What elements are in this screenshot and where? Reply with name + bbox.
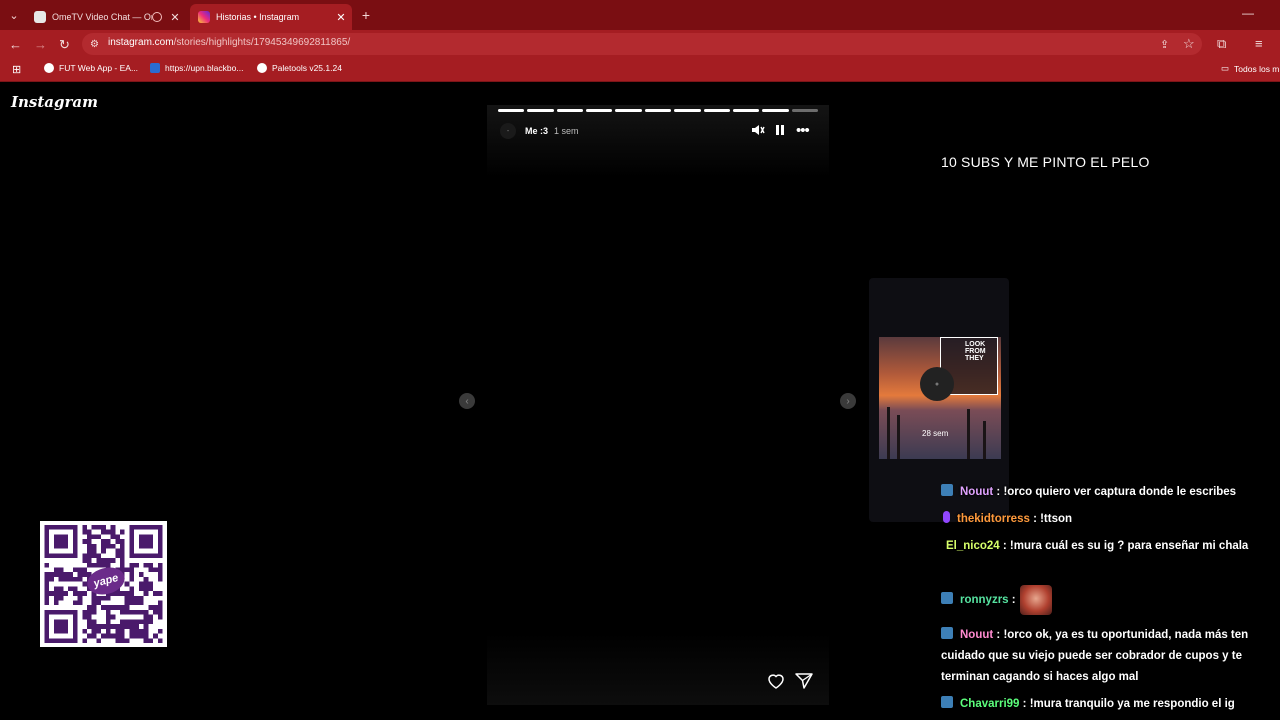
folder-icon: ▭	[1221, 63, 1230, 73]
chat-username: thekidtorress	[957, 513, 1030, 525]
progress-segment	[644, 109, 672, 112]
story-viewer[interactable]	[487, 105, 829, 705]
tab-search-chevron-icon[interactable]: ⌄	[5, 6, 23, 24]
prime-badge-icon	[941, 696, 953, 708]
progress-segment	[615, 109, 642, 112]
progress-segment	[703, 109, 730, 112]
chat-username: Nouut	[960, 629, 994, 641]
story-timestamp: 1 sem	[554, 126, 579, 136]
progress-segment	[674, 109, 701, 112]
chat-message: Nouut : !orco quiero ver captura donde l…	[941, 482, 1277, 503]
tab-title: Historias • Instagram	[216, 12, 300, 22]
palm-tree	[887, 407, 890, 459]
microphone-badge-icon	[943, 511, 950, 523]
chat-message: thekidtorress : !ttson	[941, 509, 1277, 530]
progress-segment	[762, 109, 789, 112]
progress-segment	[791, 109, 818, 112]
chat-text: : !ttson	[1033, 513, 1073, 525]
forward-arrow-icon[interactable]: →	[34, 37, 47, 53]
chat-message: Nouut : !orco ok, ya es tu oportunidad, …	[941, 625, 1277, 688]
palm-tree	[983, 421, 986, 459]
bookmark-label: Todos los m	[1234, 63, 1280, 74]
tab-title: OmeTV Video Chat — Ome	[52, 12, 152, 22]
tab-ometv[interactable]: OmeTV Video Chat — Ome ✕	[26, 4, 186, 30]
recording-icon	[152, 12, 162, 22]
minimize-button[interactable]: —	[1242, 6, 1254, 20]
chat-message: Chavarri99 : !mura tranquilo ya me respo…	[941, 694, 1277, 715]
story-avatar[interactable]: -	[500, 123, 516, 139]
ometv-favicon-icon	[34, 11, 46, 23]
prime-badge-icon	[941, 592, 953, 605]
stream-chat: Nouut : !orco quiero ver captura donde l…	[935, 482, 1280, 720]
progress-segment	[586, 109, 613, 112]
progress-segment	[556, 109, 584, 112]
chat-username: El_nico24	[946, 540, 1000, 552]
progress-segment	[527, 109, 554, 112]
paletools-icon	[257, 63, 267, 73]
tab-instagram[interactable]: Historias • Instagram ✕	[190, 4, 352, 30]
chat-username: ronnyzrs	[960, 594, 1009, 607]
palm-tree	[897, 415, 900, 459]
url-path: /stories/highlights/17945349692811865/	[173, 37, 351, 48]
bookmarks-folder[interactable]: ▭ Todos los m	[1221, 63, 1279, 74]
story-progress-bar	[498, 109, 818, 112]
bookmark-blackboard[interactable]: https://upn.blackbo...	[150, 63, 243, 73]
apps-grid-icon[interactable]: ⊞	[12, 63, 21, 76]
new-tab-button[interactable]: +	[357, 6, 375, 24]
next-story-time: 28 sem	[922, 429, 949, 438]
stream-overlay-title: 10 SUBS Y ME PINTO EL PELO	[941, 154, 1150, 170]
chat-text: :	[1011, 594, 1016, 607]
reading-list-icon[interactable]: ≡	[1255, 36, 1263, 52]
chat-message: El_nico24 : !mura cuál es su ig ? para e…	[941, 536, 1277, 557]
mute-icon[interactable]	[751, 124, 765, 139]
blackboard-icon	[150, 63, 160, 73]
tab-close-icon[interactable]: ✕	[168, 11, 182, 24]
url-text[interactable]: instagram.com/stories/highlights/1794534…	[108, 37, 350, 48]
like-heart-icon[interactable]	[767, 673, 785, 694]
prime-badge-icon	[941, 484, 953, 496]
bookmark-label: https://upn.blackbo...	[165, 63, 244, 73]
instagram-logo[interactable]: Instagram	[11, 93, 98, 111]
bookmark-label: Paletools v25.1.24	[272, 63, 342, 73]
bookmark-fut-web-app[interactable]: FUT Web App - EA...	[44, 63, 138, 73]
chat-text: : !mura cuál es su ig ? para enseñar mi …	[1002, 540, 1249, 552]
install-app-icon[interactable]: ⇪	[1160, 37, 1169, 53]
url-host: instagram.com	[108, 37, 174, 48]
back-arrow-icon[interactable]: ←	[9, 37, 22, 53]
tab-close-icon[interactable]: ✕	[334, 11, 348, 24]
chat-message: ronnyzrs :	[941, 585, 1277, 615]
pause-icon[interactable]	[775, 124, 785, 139]
chat-username: Chavarri99	[960, 698, 1020, 710]
palm-tree	[967, 409, 970, 459]
previous-story-icon[interactable]: ‹	[459, 393, 475, 409]
more-options-icon[interactable]: •••	[796, 122, 810, 139]
globe-icon	[44, 63, 54, 73]
reload-icon[interactable]: ↻	[59, 37, 70, 53]
chat-emote	[1019, 585, 1052, 615]
prime-badge-icon	[941, 627, 953, 639]
next-story-avatar[interactable]: ●	[920, 367, 954, 401]
chat-username: Nouut	[960, 486, 994, 498]
site-settings-icon[interactable]: ⚙	[90, 37, 99, 53]
extensions-icon[interactable]: ⧉	[1217, 36, 1226, 52]
chat-text: : !mura tranquilo ya me respondio el ig	[1022, 698, 1235, 710]
bookmark-star-icon[interactable]: ☆	[1183, 36, 1195, 52]
progress-segment	[732, 109, 760, 112]
share-send-icon[interactable]	[795, 673, 813, 694]
instagram-favicon-icon	[198, 11, 210, 23]
bookmark-paletools[interactable]: Paletools v25.1.24	[257, 63, 342, 73]
bookmark-label: FUT Web App - EA...	[59, 63, 139, 73]
progress-segment	[498, 109, 525, 112]
chat-text: : !orco quiero ver captura donde le escr…	[996, 486, 1237, 498]
next-story-icon[interactable]: ›	[840, 393, 856, 409]
story-username[interactable]: Me :3	[525, 126, 548, 136]
